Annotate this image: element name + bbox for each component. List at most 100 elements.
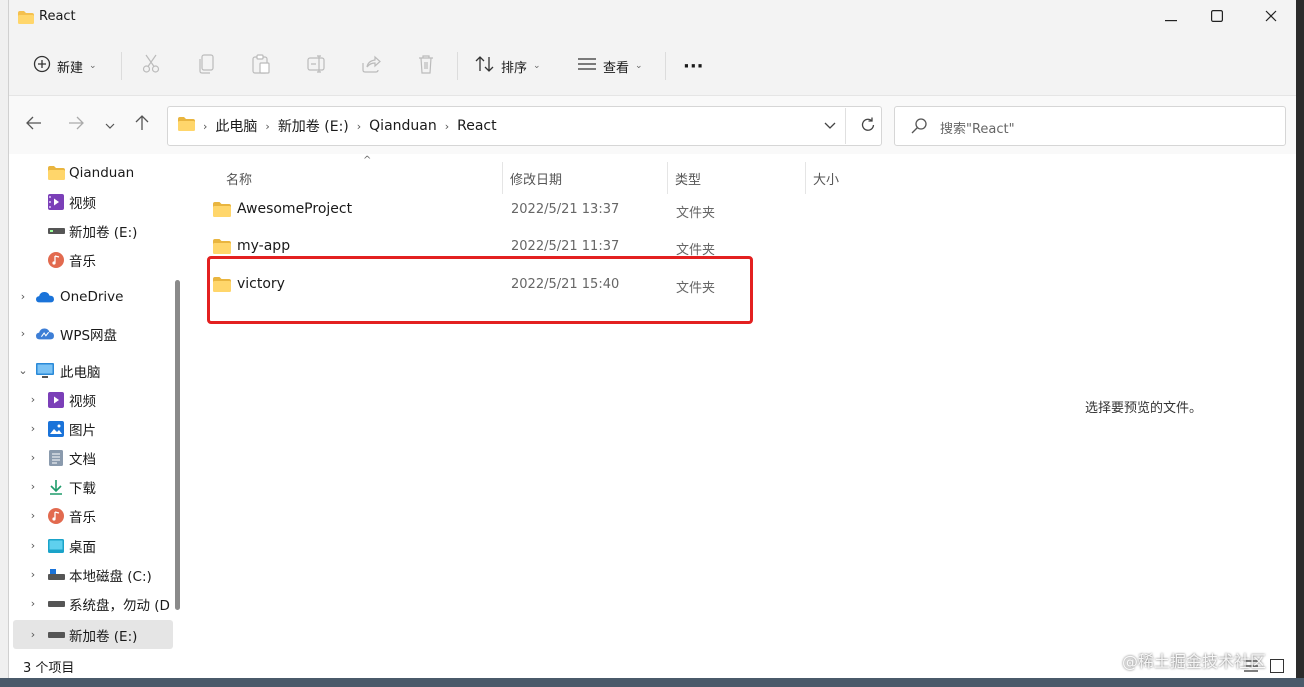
sidebar-item-drive-c[interactable]: › 本地磁盘 (C:) [9, 560, 181, 589]
sidebar-item-label: 此电脑 [60, 364, 101, 381]
sidebar-item-label: 文档 [69, 451, 96, 468]
music-icon [47, 507, 65, 525]
window-title: React [39, 9, 76, 24]
table-row[interactable]: AwesomeProject 2022/5/21 13:37 文件夹 [209, 193, 769, 227]
column-divider[interactable] [805, 162, 806, 194]
column-header-name[interactable]: 名称 [226, 162, 252, 194]
close-button[interactable] [1247, 0, 1295, 36]
file-explorer-window: React 新建 ⌄ 排序 ⌄ 查看 ⌄ ··· › 此电脑 › 新加卷 (E:… [8, 0, 1297, 687]
back-button[interactable] [23, 114, 45, 136]
sidebar-item-onedrive[interactable]: › OneDrive [9, 282, 181, 311]
sidebar-item-wps-cloud[interactable]: › WPS网盘 [9, 319, 181, 348]
chevron-right-icon[interactable]: › [27, 568, 39, 581]
music-icon [47, 251, 65, 269]
sidebar-item-qianduan[interactable]: Qianduan [9, 158, 181, 187]
sort-button[interactable]: 排序 ⌄ [475, 50, 541, 82]
sidebar-item-music[interactable]: 音乐 [9, 245, 181, 274]
sidebar-item-downloads[interactable]: › 下载 [9, 472, 181, 501]
breadcrumb-item-this-pc[interactable]: 此电脑 [215, 116, 257, 136]
sidebar-item-pictures[interactable]: › 图片 [9, 414, 181, 443]
more-options-button[interactable]: ··· [683, 50, 704, 82]
drive-icon [47, 595, 65, 613]
chevron-right-icon: › [265, 119, 270, 133]
sidebar-item-drive-e[interactable]: 新加卷 (E:) [9, 216, 181, 245]
tiles-view-button[interactable] [1267, 656, 1287, 676]
cut-button[interactable] [139, 54, 163, 78]
documents-icon [47, 449, 65, 467]
background-right-edge [1296, 0, 1304, 687]
chevron-right-icon[interactable]: › [27, 509, 39, 522]
rename-button[interactable] [305, 54, 329, 78]
chevron-right-icon: › [444, 119, 450, 133]
chevron-right-icon[interactable]: › [27, 628, 39, 641]
chevron-right-icon[interactable]: › [27, 393, 39, 406]
chevron-right-icon[interactable]: › [27, 480, 39, 493]
refresh-button[interactable] [860, 117, 876, 137]
address-history-button[interactable] [824, 119, 836, 134]
breadcrumb-item-react[interactable]: React [457, 118, 496, 134]
sidebar-item-label: OneDrive [60, 288, 124, 305]
breadcrumb-item-qianduan[interactable]: Qianduan [369, 118, 437, 134]
chevron-right-icon[interactable]: › [27, 451, 39, 464]
forward-button[interactable] [65, 114, 87, 136]
item-count: 3 个项目 [23, 661, 75, 676]
chevron-right-icon[interactable]: › [27, 422, 39, 435]
file-modified: 2022/5/21 11:37 [511, 239, 620, 254]
drive-icon [47, 566, 65, 584]
sidebar-item-this-pc[interactable]: ⌄ 此电脑 [9, 356, 181, 385]
sidebar-item-label: 桌面 [69, 539, 96, 556]
chevron-right-icon[interactable]: › [27, 597, 39, 610]
view-button[interactable]: 查看 ⌄ [577, 50, 643, 82]
column-divider[interactable] [667, 162, 668, 194]
chevron-down-icon: ⌄ [533, 61, 541, 71]
column-header-label: 修改日期 [510, 172, 563, 188]
chevron-down-icon[interactable]: ⌄ [17, 364, 29, 377]
copy-icon [199, 54, 215, 78]
sidebar-item-desktop[interactable]: › 桌面 [9, 531, 181, 560]
chevron-right-icon[interactable]: › [17, 290, 29, 303]
up-button[interactable] [131, 114, 153, 136]
toolbar-divider [665, 52, 666, 80]
column-header-modified[interactable]: 修改日期 [510, 162, 562, 194]
arrow-left-icon [26, 116, 42, 134]
address-divider [845, 108, 846, 144]
preview-placeholder: 选择要预览的文件。 [1085, 401, 1203, 416]
sidebar-item-pc-videos[interactable]: › 视频 [9, 385, 181, 414]
sidebar-item-label: Qianduan [69, 164, 135, 181]
sidebar-item-pc-music[interactable]: › 音乐 [9, 501, 181, 530]
desktop-icon [47, 537, 65, 555]
maximize-button[interactable] [1193, 0, 1241, 36]
share-button[interactable] [359, 54, 383, 78]
sidebar-scrollbar[interactable] [175, 280, 180, 610]
sidebar-item-label: 下载 [69, 480, 96, 497]
folder-icon [18, 11, 34, 28]
recent-locations-button[interactable] [99, 114, 121, 136]
sidebar-item-videos[interactable]: 视频 [9, 187, 181, 216]
folder-icon [213, 202, 231, 221]
column-header-size[interactable]: 大小 [813, 162, 839, 194]
sidebar-item-documents[interactable]: › 文档 [9, 443, 181, 472]
chevron-right-icon[interactable]: › [27, 539, 39, 552]
search-box[interactable]: 搜索"React" [894, 106, 1286, 146]
search-input[interactable]: 搜索"React" [940, 118, 1015, 137]
navigation-bar: › 此电脑 › 新加卷 (E:) › Qianduan › React 搜索"R… [9, 96, 1296, 154]
copy-button[interactable] [195, 54, 219, 78]
column-header-type[interactable]: 类型 [675, 162, 701, 194]
minimize-button[interactable] [1147, 0, 1195, 36]
column-divider[interactable] [502, 162, 503, 194]
command-bar: 新建 ⌄ 排序 ⌄ 查看 ⌄ ··· [9, 36, 1296, 96]
chevron-down-icon [105, 118, 115, 133]
sidebar-item-drive-e-selected[interactable]: › 新加卷 (E:) [13, 620, 173, 649]
sidebar-item-drive-d[interactable]: › 系统盘，勿动 (D [9, 589, 181, 618]
delete-button[interactable] [414, 54, 438, 78]
new-button[interactable]: 新建 ⌄ [33, 50, 97, 82]
breadcrumb-item-drive-e[interactable]: 新加卷 (E:) [278, 116, 349, 136]
chevron-down-icon: ⌄ [89, 61, 97, 71]
chevron-right-icon[interactable]: › [17, 327, 29, 340]
sidebar-item-label: 图片 [69, 422, 96, 439]
maximize-icon [1211, 10, 1224, 26]
paste-button[interactable] [249, 54, 273, 78]
tiles-view-icon [1270, 659, 1284, 673]
address-bar[interactable]: › 此电脑 › 新加卷 (E:) › Qianduan › React [167, 106, 882, 146]
arrow-right-icon [68, 116, 84, 134]
